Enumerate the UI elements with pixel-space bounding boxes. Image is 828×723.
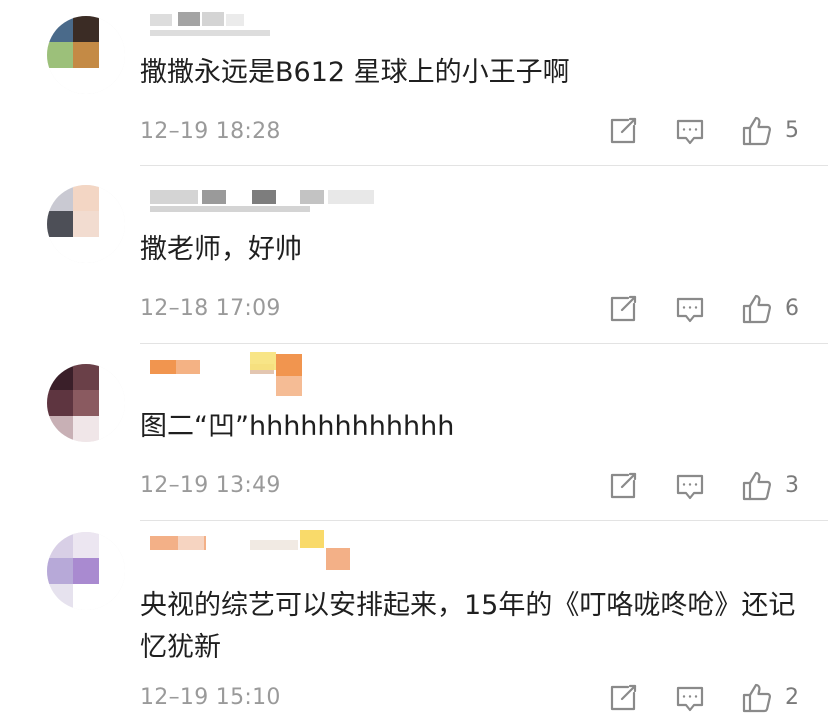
username-mosaic-block xyxy=(300,190,324,204)
username-blurred[interactable] xyxy=(150,8,390,42)
username-mosaic-block xyxy=(178,12,200,26)
username-mosaic-block xyxy=(276,376,302,396)
avatar-mosaic-tile xyxy=(73,416,99,442)
avatar-mosaic-tile xyxy=(47,42,73,68)
comment-actions: 2 xyxy=(0,681,828,721)
like-count: 3 xyxy=(785,473,799,498)
avatar-mosaic-tile xyxy=(47,558,73,584)
comment-icon[interactable] xyxy=(673,292,707,326)
share-icon[interactable] xyxy=(606,292,640,326)
divider xyxy=(140,343,828,344)
avatar-mosaic-tile xyxy=(47,416,73,442)
username-mosaic-block xyxy=(176,360,200,374)
username-mosaic-block xyxy=(202,12,224,26)
share-icon[interactable] xyxy=(606,114,640,148)
avatar-mosaic-tile xyxy=(47,16,73,42)
username-mosaic-block xyxy=(326,548,350,570)
avatar-mosaic-tile xyxy=(73,68,99,94)
username-mosaic-block xyxy=(150,14,172,26)
avatar-mosaic-tile xyxy=(99,364,125,390)
avatar-mosaic-tile xyxy=(47,532,73,558)
username-mosaic-block xyxy=(252,190,276,204)
avatar[interactable] xyxy=(47,364,125,442)
like-count: 5 xyxy=(785,118,799,143)
like-count: 2 xyxy=(785,685,799,710)
comment-icon[interactable] xyxy=(673,114,707,148)
like-count: 6 xyxy=(785,296,799,321)
username-mosaic-block xyxy=(250,352,276,370)
avatar-mosaic-tile xyxy=(73,532,99,558)
thumbs-up-icon[interactable] xyxy=(740,292,774,326)
avatar[interactable] xyxy=(47,185,125,263)
avatar-mosaic-tile xyxy=(99,558,125,584)
comment-icon[interactable] xyxy=(673,469,707,503)
avatar-mosaic-tile xyxy=(73,42,99,68)
avatar-mosaic-tile xyxy=(47,185,73,211)
divider xyxy=(140,165,828,166)
avatar-mosaic-tile xyxy=(99,416,125,442)
comment-text: 撒撒永远是B612 星球上的小王子啊 xyxy=(140,57,570,88)
avatar-mosaic-tile xyxy=(47,211,73,237)
username-mosaic-block xyxy=(250,540,298,550)
avatar-mosaic-tile xyxy=(47,364,73,390)
thumbs-up-icon[interactable] xyxy=(740,681,774,715)
avatar-mosaic-tile xyxy=(73,16,99,42)
divider xyxy=(140,520,828,521)
comment-actions: 6 xyxy=(0,292,828,332)
avatar-mosaic-tile xyxy=(73,364,99,390)
username-mosaic-block xyxy=(202,190,226,204)
avatar-mosaic-tile xyxy=(47,68,73,94)
avatar-mosaic-tile xyxy=(73,237,99,263)
username-mosaic-block xyxy=(150,190,198,204)
avatar-mosaic-tile xyxy=(99,237,125,263)
avatar-mosaic-tile xyxy=(99,390,125,416)
username-mosaic-block xyxy=(276,354,302,376)
avatar-mosaic-tile xyxy=(99,584,125,610)
username-blurred[interactable] xyxy=(150,184,390,218)
avatar-mosaic-tile xyxy=(47,237,73,263)
username-mosaic-block xyxy=(178,536,204,550)
avatar[interactable] xyxy=(47,16,125,94)
share-icon[interactable] xyxy=(606,469,640,503)
avatar-mosaic-tile xyxy=(99,68,125,94)
username-mosaic-block xyxy=(300,530,324,548)
comment-actions: 5 xyxy=(0,114,828,154)
avatar-mosaic-tile xyxy=(73,211,99,237)
username-blurred[interactable] xyxy=(150,352,390,396)
avatar-mosaic-tile xyxy=(47,390,73,416)
comment-text: 央视的综艺可以安排起来，15年的《叮咯咙咚呛》还记忆犹新 xyxy=(140,590,796,663)
comment-text: 撒老师，好帅 xyxy=(140,234,302,265)
comment-icon[interactable] xyxy=(673,681,707,715)
comment-text: 图二“凹”hhhhhhhhhhhh xyxy=(140,411,455,442)
share-icon[interactable] xyxy=(606,681,640,715)
avatar-mosaic-tile xyxy=(99,532,125,558)
comment-actions: 3 xyxy=(0,469,828,509)
username-mosaic-block xyxy=(226,14,244,26)
thumbs-up-icon[interactable] xyxy=(740,469,774,503)
avatar-mosaic-tile xyxy=(73,390,99,416)
avatar-mosaic-tile xyxy=(99,42,125,68)
username-mosaic-block xyxy=(150,30,270,36)
thumbs-up-icon[interactable] xyxy=(740,114,774,148)
avatar-mosaic-tile xyxy=(99,16,125,42)
avatar-mosaic-tile xyxy=(47,584,73,610)
avatar-mosaic-tile xyxy=(73,185,99,211)
avatar-mosaic-tile xyxy=(99,211,125,237)
avatar[interactable] xyxy=(47,532,125,610)
avatar-mosaic-tile xyxy=(99,185,125,211)
username-blurred[interactable] xyxy=(150,530,390,570)
username-mosaic-block xyxy=(150,206,310,212)
avatar-mosaic-tile xyxy=(73,584,99,610)
avatar-mosaic-tile xyxy=(73,558,99,584)
username-mosaic-block xyxy=(328,190,374,204)
